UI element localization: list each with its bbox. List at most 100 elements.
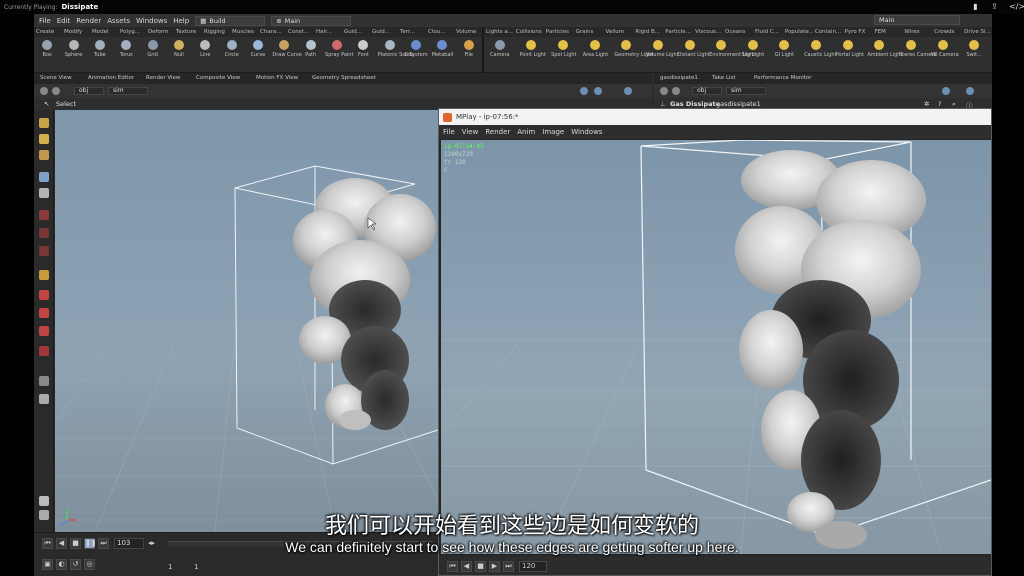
menu-render[interactable]: Render <box>76 17 101 25</box>
forward-icon[interactable] <box>52 87 60 95</box>
shelf-tab[interactable]: Deform <box>146 27 174 37</box>
shelf-tool-button[interactable]: Box <box>35 40 59 58</box>
move-tool-icon[interactable] <box>39 134 49 144</box>
shelf-tab[interactable]: Lights a... <box>484 27 514 37</box>
scene-viewport[interactable] <box>55 110 438 532</box>
mplay-menu-render[interactable]: Render <box>485 128 510 136</box>
shelf-tab[interactable]: Modify <box>62 27 90 37</box>
magnet-third-icon[interactable] <box>39 326 49 336</box>
mplay-render-view[interactable]: ip-07:54:45 1280x720 fr 120 C <box>441 140 991 554</box>
desktop-selector[interactable]: ▦ Build <box>195 15 266 26</box>
start-frame-field[interactable]: 1 <box>168 563 172 571</box>
menu-file[interactable]: File <box>39 17 51 25</box>
bookmark-icon[interactable]: ▮ <box>971 2 980 11</box>
shelf-tab[interactable]: Particle... <box>663 27 693 37</box>
mplay-menu-windows[interactable]: Windows <box>571 128 602 136</box>
pin-icon[interactable] <box>580 87 588 95</box>
shelf-tool-button[interactable]: Spot Light <box>551 40 577 58</box>
shelf-tool-button[interactable]: Line <box>193 40 217 58</box>
shelf-tool-button[interactable]: Curve <box>246 40 270 58</box>
shelf-tool-button[interactable]: Sphere <box>62 40 86 58</box>
shelf-tool-button[interactable]: Stereo Camera <box>899 40 936 58</box>
shelf-tab[interactable]: Crowds <box>932 27 962 37</box>
path-node[interactable]: sim <box>108 87 148 95</box>
shelf-tool-button[interactable]: Distant Light <box>678 40 710 58</box>
help-icon[interactable]: ? <box>938 100 941 108</box>
mplay-menu-anim[interactable]: Anim <box>517 128 535 136</box>
shelf-tool-button[interactable]: Volume Light <box>646 40 679 58</box>
mplay-stop-button[interactable]: ■ <box>475 561 486 572</box>
realtime-icon[interactable]: ◎ <box>84 559 95 570</box>
shelf-tab[interactable]: Wires <box>902 27 932 37</box>
shelf-tab[interactable]: Viscous... <box>693 27 723 37</box>
shelf-tab[interactable]: Pyro FX <box>843 27 873 37</box>
shelf-tool-button[interactable]: Draw Curve <box>272 40 302 58</box>
snap-point-icon[interactable] <box>39 246 49 256</box>
select-tool-icon[interactable] <box>39 118 49 128</box>
view-tool-icon[interactable] <box>39 172 49 182</box>
shelf-tool-button[interactable]: Circle <box>220 40 244 58</box>
forward-icon[interactable] <box>672 87 680 95</box>
shelf-tab[interactable]: Muscles <box>230 27 258 37</box>
shelf-tool-button[interactable]: Null <box>167 40 191 58</box>
magnet-alt-icon[interactable] <box>39 308 49 318</box>
shelf-tab[interactable]: Collisions <box>514 27 544 37</box>
pane-tab[interactable]: gasdissipate1 <box>660 74 698 83</box>
shelf-tool-button[interactable]: Metaball <box>430 40 454 58</box>
shelf-tab[interactable]: FEM <box>872 27 902 37</box>
pane-tab[interactable]: Geometry Spreadsheet <box>312 74 376 83</box>
path-root[interactable]: obj <box>74 87 104 95</box>
shelf-tool-button[interactable]: Portal Light <box>836 40 864 58</box>
shelf-tool-button[interactable]: Path <box>299 40 323 58</box>
lock-icon[interactable] <box>39 188 49 198</box>
pane-tab[interactable]: Composite View <box>196 74 240 83</box>
shelf-tab[interactable]: Guid... <box>370 27 398 37</box>
handle-tool-icon[interactable] <box>39 150 49 160</box>
pane-tab[interactable]: Motion FX View <box>256 74 298 83</box>
shelf-tool-button[interactable]: Geometry Light <box>614 40 653 58</box>
shelf-divider[interactable] <box>482 27 484 73</box>
shelf-tab[interactable]: Polyg... <box>118 27 146 37</box>
mplay-menu-view[interactable]: View <box>462 128 479 136</box>
share-icon[interactable]: ⇪ <box>990 2 999 11</box>
shelf-tab[interactable]: Oceans <box>723 27 753 37</box>
back-icon[interactable] <box>40 87 48 95</box>
shelf-tool-button[interactable]: Font <box>351 40 375 58</box>
shelf-tab[interactable]: Model <box>90 27 118 37</box>
snap-grid-icon[interactable] <box>39 228 49 238</box>
context-selector[interactable]: ⊕ Main <box>271 15 352 26</box>
back-icon[interactable] <box>660 87 668 95</box>
shelf-tab[interactable]: Terr... <box>398 27 426 37</box>
shelf-tab[interactable]: Rigging <box>202 27 230 37</box>
pane-tab[interactable]: Scene View <box>40 74 72 83</box>
mplay-frame-field[interactable]: 120 <box>519 561 547 572</box>
shelf-tool-button[interactable]: Sky Light <box>741 40 765 58</box>
mplay-jump-end-button[interactable]: ⏭ <box>503 561 514 572</box>
path-root[interactable]: obj <box>692 87 722 95</box>
shelf-tab[interactable]: Drive Si... <box>962 27 992 37</box>
globe-icon[interactable] <box>624 87 632 95</box>
u-magnet-icon[interactable] <box>39 346 49 356</box>
node-name-field[interactable]: gasdissipate1 <box>716 100 761 108</box>
shelf-tab[interactable]: Populate... <box>783 27 813 37</box>
pane-tab[interactable]: Animation Editor <box>88 74 134 83</box>
shelf-tool-button[interactable]: Environment Light <box>709 40 755 58</box>
shelf-tool-button[interactable]: Platonic Solids <box>378 40 414 58</box>
shelf-tool-button[interactable]: Swit... <box>962 40 986 58</box>
loop-icon[interactable]: ↺ <box>70 559 81 570</box>
right-context-selector[interactable]: Main <box>874 15 960 25</box>
shelf-tool-button[interactable]: Area Light <box>583 40 608 58</box>
pane-tab[interactable]: Take List <box>712 74 736 83</box>
select-arrow-icon[interactable]: ↖ <box>44 100 49 108</box>
link-icon[interactable] <box>594 87 602 95</box>
menu-help[interactable]: Help <box>173 17 189 25</box>
shelf-tab[interactable]: Clou... <box>426 27 454 37</box>
mplay-play-button[interactable]: ▶ <box>489 561 500 572</box>
shelf-tab[interactable]: Particles <box>544 27 574 37</box>
shelf-tool-button[interactable]: Camera <box>488 40 512 58</box>
pose-tool-icon[interactable] <box>39 270 49 280</box>
globe-icon[interactable] <box>966 87 974 95</box>
shelf-tool-button[interactable]: Torus <box>114 40 138 58</box>
path-node[interactable]: sim <box>726 87 766 95</box>
pane-tab[interactable]: Render View <box>146 74 180 83</box>
